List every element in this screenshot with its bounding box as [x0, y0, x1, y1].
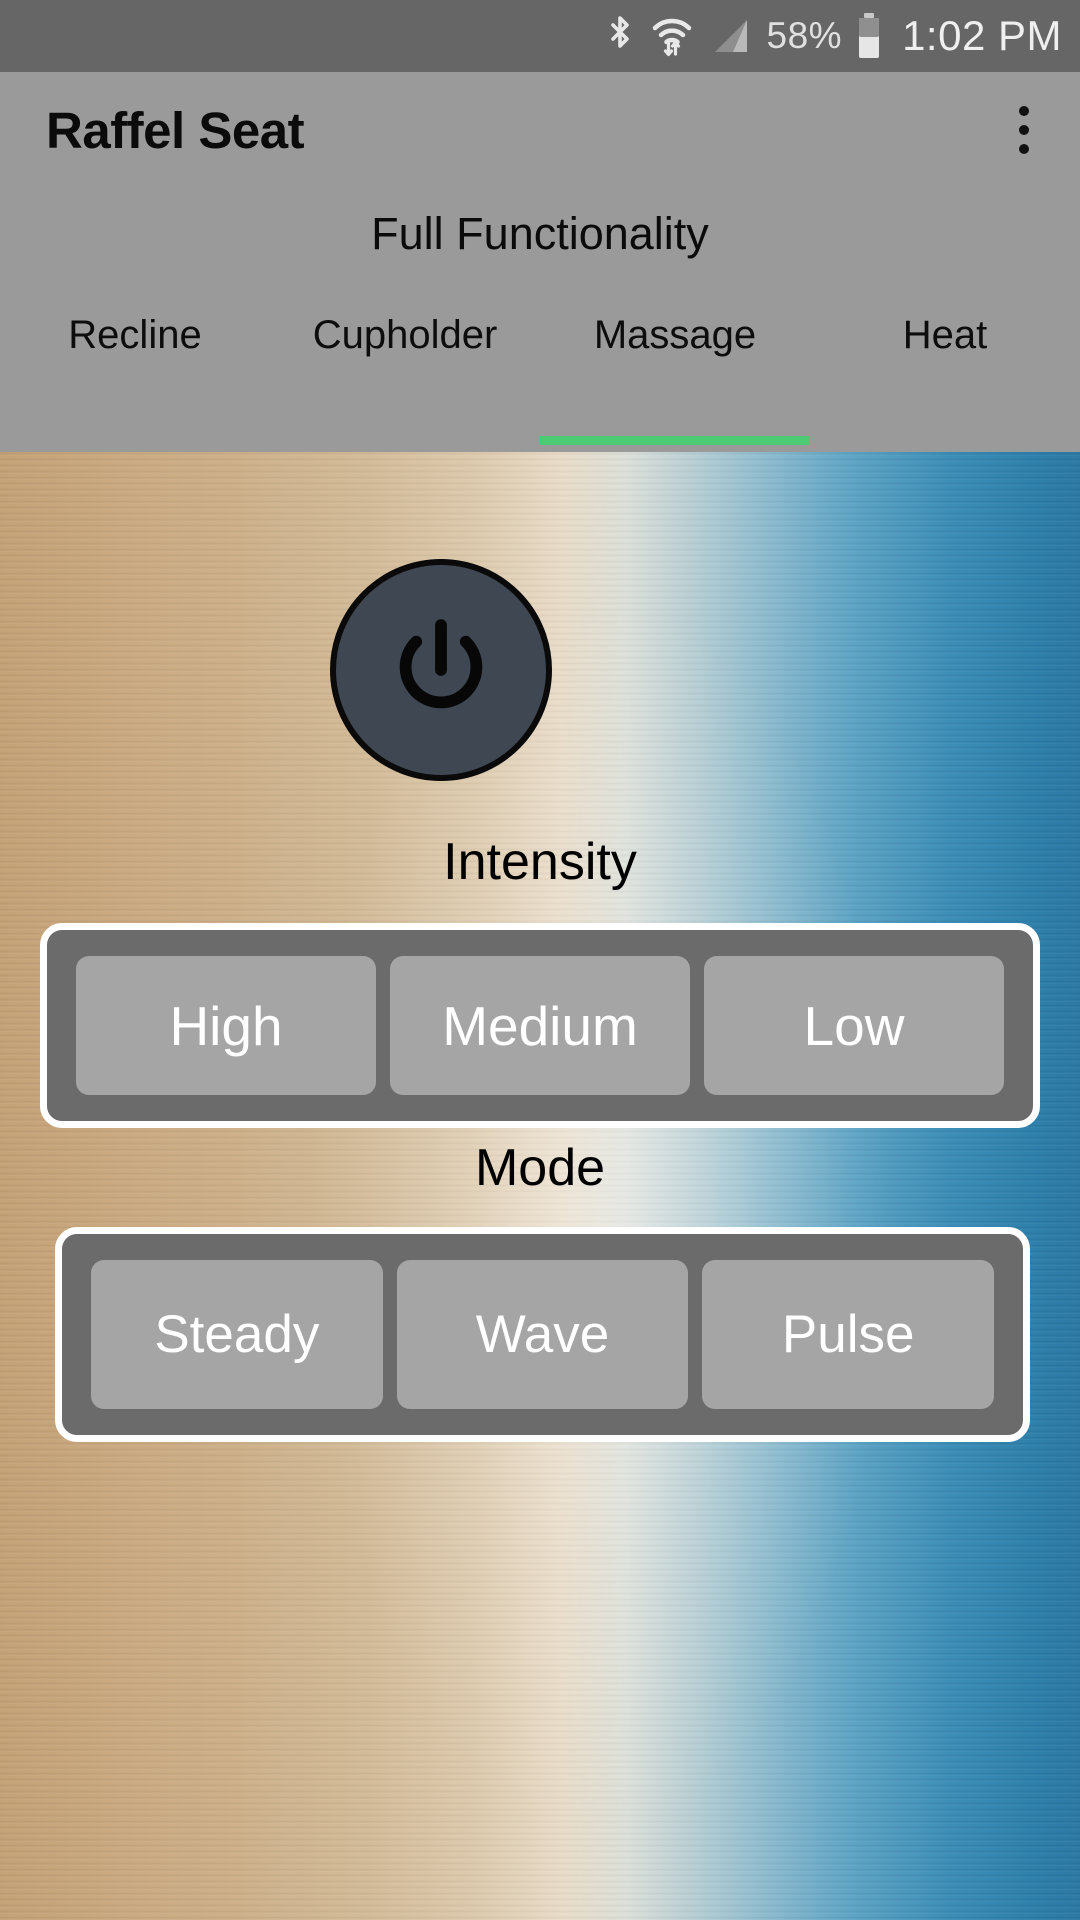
power-icon [399, 619, 483, 709]
overflow-menu-icon[interactable] [996, 92, 1052, 168]
intensity-option-low[interactable]: Low [704, 956, 1004, 1095]
mode-button-group: Steady Wave Pulse [55, 1227, 1030, 1442]
tab-heat[interactable]: Heat [810, 280, 1080, 445]
cellular-signal-icon [709, 14, 753, 58]
mode-label: Mode [474, 1139, 606, 1197]
subtitle-text: Full Functionality [371, 208, 709, 259]
overflow-dot [1019, 144, 1029, 154]
tab-label: Heat [902, 312, 988, 357]
tab-massage[interactable]: Massage [540, 280, 810, 445]
intensity-button-group: High Medium Low [40, 923, 1040, 1128]
segment-label: High [169, 994, 283, 1057]
subtitle-bar: Full Functionality [0, 188, 1080, 280]
tab-label: Recline [68, 312, 202, 357]
main-content: Intensity High Medium Low Mode Steady Wa… [0, 452, 1080, 1920]
app-screen: 58% 1:02 PM Raffel Seat Full Functionali… [0, 0, 1080, 1920]
wifi-icon [649, 13, 695, 59]
tab-label: Massage [593, 312, 757, 357]
intensity-label: Intensity [443, 833, 637, 891]
overflow-dot [1019, 125, 1029, 135]
tab-bar: Recline Cupholder Massage Heat [0, 280, 1080, 452]
segment-label: Medium [442, 994, 638, 1057]
intensity-option-high[interactable]: High [76, 956, 376, 1095]
segment-label: Steady [154, 1305, 320, 1364]
tab-label: Cupholder [312, 312, 498, 357]
power-button[interactable] [330, 559, 552, 781]
overflow-dot [1019, 106, 1029, 116]
mode-option-wave[interactable]: Wave [396, 1260, 689, 1409]
bluetooth-icon [605, 14, 635, 58]
segment-label: Wave [475, 1305, 610, 1364]
mode-option-pulse[interactable]: Pulse [702, 1260, 995, 1409]
status-bar-clock: 1:02 PM [902, 12, 1062, 59]
app-bar: Raffel Seat [0, 72, 1080, 188]
battery-percentage: 58% [766, 15, 843, 56]
mode-option-steady[interactable]: Steady [91, 1260, 383, 1409]
page-title: Raffel Seat [46, 101, 305, 159]
battery-icon [856, 12, 882, 60]
status-bar: 58% 1:02 PM [0, 0, 1080, 72]
intensity-option-medium[interactable]: Medium [390, 956, 690, 1095]
tab-cupholder[interactable]: Cupholder [270, 280, 540, 445]
segment-label: Pulse [781, 1305, 915, 1364]
tab-recline[interactable]: Recline [0, 280, 270, 445]
tab-indicator-active [540, 436, 810, 445]
segment-label: Low [803, 994, 905, 1057]
